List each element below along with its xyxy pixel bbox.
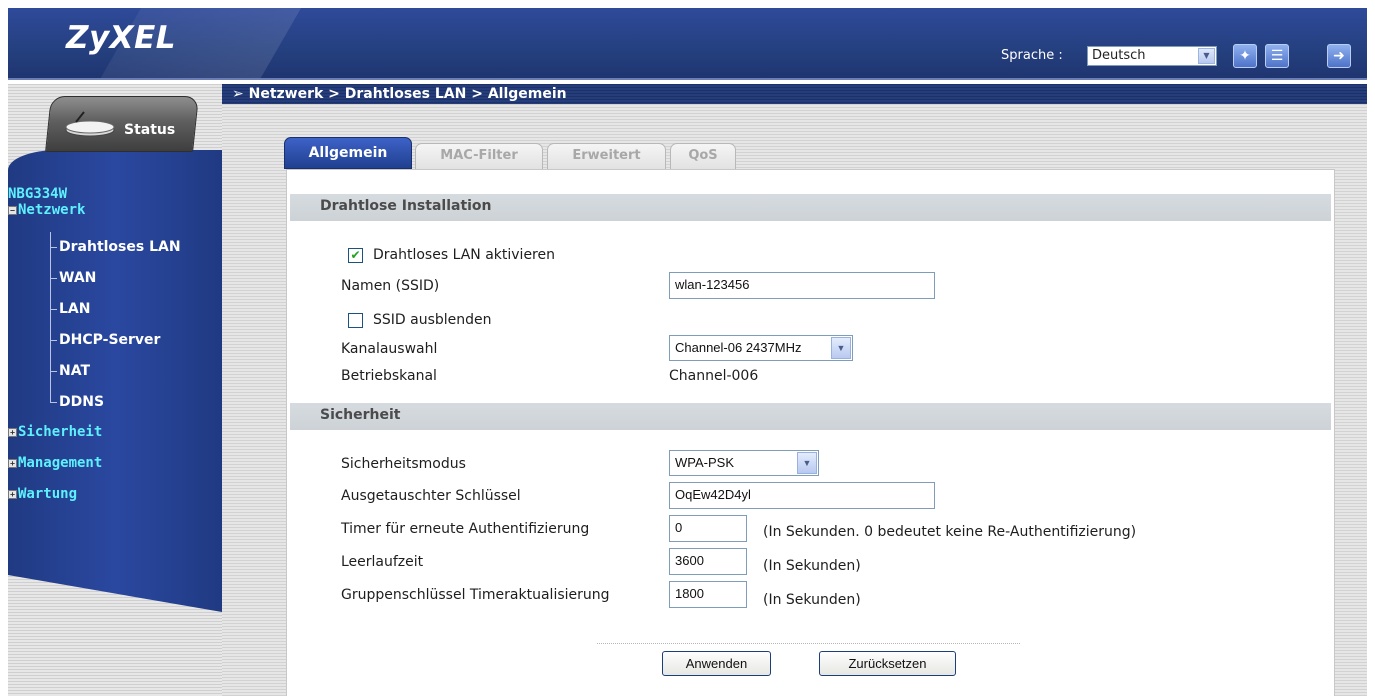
expand-icon: + bbox=[8, 490, 17, 499]
language-label: Sprache : bbox=[1001, 48, 1063, 63]
tab-allgemein[interactable]: Allgemein bbox=[284, 137, 412, 169]
device-name: NBG334W bbox=[8, 186, 68, 202]
help-icon[interactable]: ☰ bbox=[1265, 44, 1289, 68]
section-header-wireless: Drahtlose Installation bbox=[290, 194, 1331, 221]
tab-erweitert[interactable]: Erweitert bbox=[547, 143, 666, 169]
reset-button[interactable]: Zurücksetzen bbox=[819, 651, 956, 676]
enable-wlan-label: Drahtloses LAN aktivieren bbox=[373, 247, 555, 263]
sidebar-nav: NBG334W − Netzwerk Drahtloses LAN WAN LAN… bbox=[8, 186, 222, 502]
zyxel-logo: ZyXEL bbox=[66, 20, 177, 56]
tab-mac-filter[interactable]: MAC-Filter bbox=[415, 143, 543, 169]
sidebar-group-wartung[interactable]: + Wartung bbox=[8, 486, 222, 502]
reauth-timer-input[interactable]: 0 bbox=[669, 515, 747, 542]
sidebar-group-sicherheit[interactable]: + Sicherheit bbox=[8, 424, 222, 440]
idle-timeout-label: Leerlaufzeit bbox=[341, 554, 424, 570]
language-select[interactable]: Deutsch ▼ bbox=[1087, 46, 1217, 66]
key-input[interactable]: OqEw42D4yl bbox=[669, 482, 935, 509]
tab-qos[interactable]: QoS bbox=[670, 143, 736, 169]
sidebar-group-management[interactable]: + Management bbox=[8, 455, 222, 471]
breadcrumb-bar: ➢ Netzwerk > Drahtloses LAN > Allgemein bbox=[222, 84, 1367, 104]
security-mode-label: Sicherheitsmodus bbox=[341, 456, 466, 472]
key-label: Ausgetauschter Schlüssel bbox=[341, 488, 521, 504]
sidebar-group-netzwerk[interactable]: − Netzwerk bbox=[8, 202, 222, 218]
sidebar-item-drahtloses-lan[interactable]: Drahtloses LAN bbox=[8, 232, 222, 263]
idle-timeout-input[interactable]: 3600 bbox=[669, 548, 747, 575]
expand-icon: + bbox=[8, 459, 17, 468]
breadcrumb-arrow-icon: ➢ bbox=[232, 86, 249, 102]
channel-value: Channel-06 2437MHz bbox=[675, 340, 802, 355]
chevron-down-icon: ▼ bbox=[1198, 48, 1215, 64]
operating-channel-label: Betriebskanal bbox=[341, 368, 437, 384]
top-banner: ZyXEL Sprache : Deutsch ▼ ✦ ☰ ➜ bbox=[8, 8, 1367, 80]
section-header-security: Sicherheit bbox=[290, 403, 1331, 430]
enable-wlan-checkbox[interactable]: ✔ bbox=[348, 248, 363, 263]
button-divider bbox=[597, 643, 1020, 644]
chevron-down-icon: ▼ bbox=[831, 337, 851, 359]
reauth-timer-hint: (In Sekunden. 0 bedeutet keine Re-Authen… bbox=[763, 524, 1137, 540]
chevron-down-icon: ▼ bbox=[797, 452, 817, 474]
group-key-timer-input[interactable]: 1800 bbox=[669, 581, 747, 608]
reauth-timer-label: Timer für erneute Authentifizierung bbox=[341, 521, 590, 537]
operating-channel-value: Channel-006 bbox=[669, 368, 759, 384]
hide-ssid-checkbox[interactable] bbox=[348, 313, 363, 328]
breadcrumb: Netzwerk > Drahtloses LAN > Allgemein bbox=[248, 86, 567, 102]
status-label: Status bbox=[124, 122, 176, 138]
expand-icon: + bbox=[8, 428, 17, 437]
sidebar-item-nat[interactable]: NAT bbox=[8, 356, 222, 387]
channel-select[interactable]: Channel-06 2437MHz ▼ bbox=[669, 335, 853, 361]
wizard-icon[interactable]: ✦ bbox=[1233, 44, 1257, 68]
sidebar-item-dhcp-server[interactable]: DHCP-Server bbox=[8, 325, 222, 356]
security-mode-value: WPA-PSK bbox=[675, 455, 734, 470]
status-button[interactable]: Status bbox=[62, 110, 202, 140]
security-mode-select[interactable]: WPA-PSK ▼ bbox=[669, 450, 819, 476]
sidebar-item-lan[interactable]: LAN bbox=[8, 294, 222, 325]
sidebar-item-ddns[interactable]: DDNS bbox=[8, 387, 222, 418]
logout-icon[interactable]: ➜ bbox=[1327, 44, 1351, 68]
ssid-input[interactable]: wlan-123456 bbox=[669, 272, 935, 299]
apply-button[interactable]: Anwenden bbox=[662, 651, 771, 676]
router-icon bbox=[65, 111, 115, 137]
sidebar-item-wan[interactable]: WAN bbox=[8, 263, 222, 294]
group-key-timer-hint: (In Sekunden) bbox=[763, 592, 861, 608]
channel-label: Kanalauswahl bbox=[341, 341, 438, 357]
collapse-icon: − bbox=[8, 206, 17, 215]
group-key-timer-label: Gruppenschlüssel Timeraktualisierung bbox=[341, 587, 610, 603]
hide-ssid-label: SSID ausblenden bbox=[373, 312, 492, 328]
idle-timeout-hint: (In Sekunden) bbox=[763, 558, 861, 574]
language-value: Deutsch bbox=[1092, 48, 1146, 63]
ssid-label: Namen (SSID) bbox=[341, 278, 440, 294]
